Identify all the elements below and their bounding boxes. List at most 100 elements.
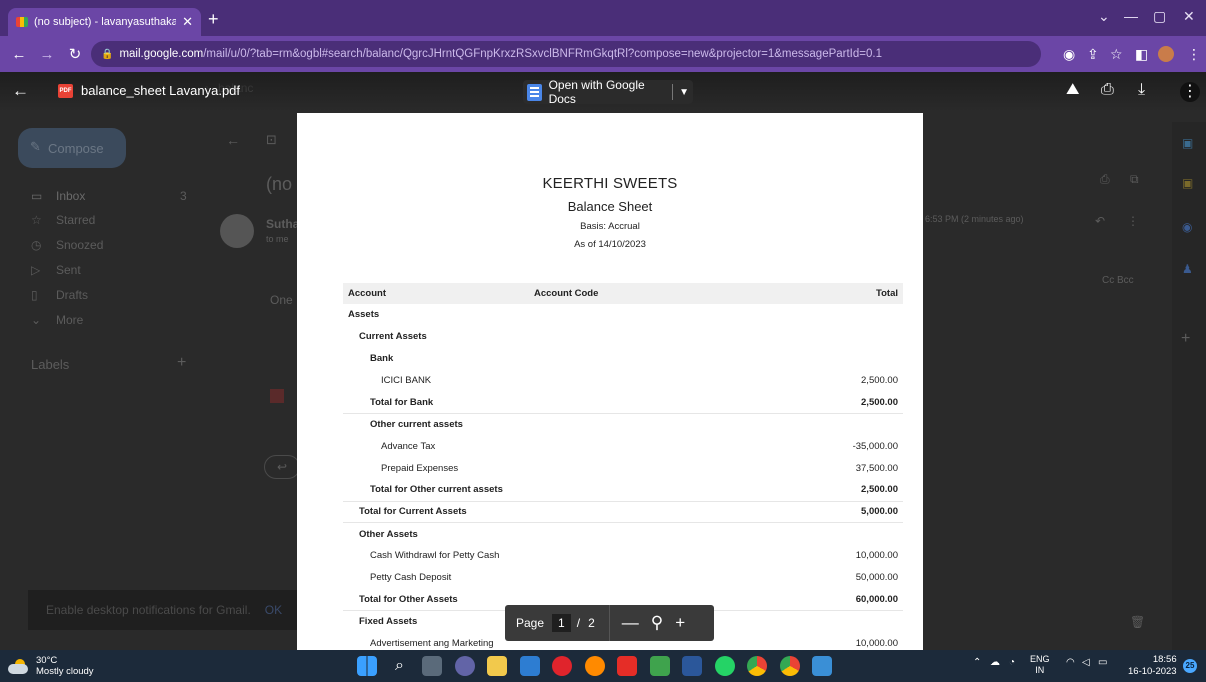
onedrive-cloud-icon[interactable]: ☁ (990, 657, 1000, 668)
region-code: IN (1035, 665, 1045, 675)
zoom-out-icon[interactable]: — (622, 613, 639, 633)
close-viewer-arrow-icon[interactable]: ← (12, 81, 29, 101)
document-header: KEERTHI SWEETS Balance Sheet Basis: Accr… (297, 175, 923, 250)
current-page-input[interactable]: 1 (552, 614, 571, 632)
photos-icon[interactable] (812, 656, 832, 676)
minimize-icon[interactable]: — (1124, 8, 1138, 24)
location-pin-icon[interactable]: ◉ (1063, 46, 1075, 63)
print-icon[interactable]: ⎙ (1101, 81, 1114, 99)
show-hidden-icons-icon[interactable]: ⌃ (973, 657, 981, 668)
nav-inbox[interactable]: Inbox (56, 189, 85, 203)
browser-tab-gmail[interactable]: (no subject) - lavanyasuthakar79 ✕ (8, 8, 201, 36)
account-name-cell: Other current assets (370, 419, 463, 431)
sticky-app-icon[interactable] (649, 656, 670, 676)
discard-draft-icon[interactable]: 🗑 (1130, 615, 1145, 629)
meet-now-icon[interactable]: ◔ (1009, 657, 1015, 668)
reply-button[interactable]: ↩ (264, 455, 300, 479)
zoom-magnifier-icon[interactable]: ⚲ (651, 613, 663, 633)
reload-icon[interactable]: ↻ (64, 45, 86, 63)
chrome-icon[interactable] (747, 656, 767, 676)
calendar-icon[interactable]: ▣ (1182, 136, 1193, 150)
more-vert-icon[interactable]: ⋮ (1127, 214, 1139, 228)
open-new-window-icon[interactable]: ⧉ (1130, 172, 1139, 187)
task-view-icon[interactable] (422, 656, 442, 676)
chat-icon[interactable] (454, 656, 475, 676)
new-tab-plus-icon[interactable]: + (208, 9, 219, 30)
youtube-icon[interactable] (617, 656, 637, 676)
reply-icon[interactable]: ↶ (1095, 214, 1105, 228)
notifications-toast: Enable desktop notifications for Gmail. … (28, 590, 306, 630)
nav-starred[interactable]: Starred (56, 213, 95, 227)
windows-start-icon[interactable] (357, 656, 377, 676)
whatsapp-icon[interactable] (714, 656, 735, 676)
email-body-text: One (270, 293, 293, 307)
pdf-file-icon: PDF (58, 84, 73, 98)
add-label-icon[interactable]: + (177, 354, 186, 372)
back-to-results-icon[interactable]: ← (226, 132, 240, 148)
recipient-text: to me (266, 234, 289, 244)
lock-icon: 🔒 (101, 48, 114, 60)
open-with-google-docs-button[interactable]: Open with Google Docs ▼ (523, 78, 693, 106)
keep-icon[interactable]: ▣ (1182, 176, 1193, 190)
bookmark-star-icon[interactable]: ☆ (1110, 46, 1123, 63)
compose-button[interactable]: ✎ Compose (18, 128, 126, 168)
sender-avatar (220, 214, 254, 248)
nav-more[interactable]: More (56, 313, 83, 327)
language-indicator[interactable]: ENG IN (1030, 654, 1050, 676)
word-icon[interactable] (682, 656, 702, 676)
back-arrow-icon[interactable]: ← (8, 46, 30, 63)
table-header-row: Account Account Code Total (343, 283, 903, 304)
pdf-attachment-icon[interactable] (270, 389, 284, 403)
address-bar[interactable]: 🔒 mail.google.com/mail/u/0/?tab=rm&ogbl#… (91, 41, 1041, 67)
share-icon[interactable]: ⇪ (1087, 46, 1099, 63)
nav-sent[interactable]: Sent (56, 263, 81, 277)
side-panel-icon[interactable]: ◧ (1135, 46, 1148, 63)
more-options-icon[interactable]: ⋮ (1180, 82, 1200, 102)
volume-icon[interactable]: ◁ (1082, 657, 1090, 668)
total-cell (743, 413, 903, 435)
inbox-icon[interactable]: ▭ (31, 189, 42, 203)
toast-ok-button[interactable]: OK (265, 603, 282, 617)
tab-search-chevron-icon[interactable]: ⌄ (1098, 8, 1110, 25)
report-title: Balance Sheet (567, 199, 653, 214)
get-addons-icon[interactable]: + (1181, 330, 1190, 348)
forward-arrow-icon[interactable]: → (36, 46, 58, 63)
total-cell (743, 523, 903, 545)
add-to-drive-icon[interactable]: ⛰ (1066, 81, 1079, 99)
chrome-profile-icon[interactable] (779, 656, 800, 676)
wifi-icon[interactable]: ◠ (1066, 657, 1075, 668)
account-name-cell: Total for Other current assets (343, 479, 744, 502)
weather-widget[interactable]: 30°C Mostly cloudy (8, 655, 94, 677)
system-clock[interactable]: 18:56 16-10-2023 (1128, 654, 1177, 678)
firefox-icon[interactable] (584, 656, 605, 676)
table-row: Total for Other current assets 2,500.00 (343, 479, 903, 502)
nav-drafts[interactable]: Drafts (56, 288, 88, 302)
cc-bcc-link[interactable]: Cc Bcc (1102, 275, 1134, 286)
nav-snoozed[interactable]: Snoozed (56, 238, 103, 252)
profile-avatar[interactable] (1158, 46, 1174, 62)
maximize-icon[interactable]: ▢ (1153, 8, 1166, 25)
table-row: Total for Current Assets 5,000.00 (343, 501, 903, 524)
chevron-down-icon: ⌄ (31, 313, 42, 327)
close-window-icon[interactable]: ✕ (1183, 8, 1195, 25)
notification-count-badge[interactable]: 25 (1183, 659, 1197, 673)
account-name-cell: Assets (348, 309, 380, 321)
dropdown-caret-icon[interactable]: ▼ (679, 87, 689, 98)
total-cell: 60,000.00 (743, 588, 903, 611)
print-icon[interactable]: ⎙ (1100, 172, 1110, 187)
archive-icon[interactable]: ⊡ (266, 132, 277, 148)
zoom-in-icon[interactable]: + (675, 613, 685, 633)
chrome-menu-icon[interactable]: ⋮ (1187, 46, 1201, 63)
download-icon[interactable]: ⤓ (1138, 81, 1145, 99)
total-cell: 10,000.00 (855, 550, 898, 562)
contacts-icon[interactable]: ♟ (1182, 262, 1193, 276)
star-icon: ☆ (31, 213, 42, 227)
opera-icon[interactable] (552, 656, 572, 676)
search-icon[interactable]: ⌕ (390, 656, 410, 676)
file-explorer-icon[interactable] (487, 656, 507, 676)
battery-icon[interactable]: ▭ (1098, 657, 1107, 668)
open-with-label: Open with Google Docs (548, 78, 645, 106)
store-icon[interactable] (519, 656, 540, 676)
tasks-icon[interactable]: ◉ (1182, 220, 1192, 234)
close-tab-icon[interactable]: ✕ (182, 14, 193, 30)
